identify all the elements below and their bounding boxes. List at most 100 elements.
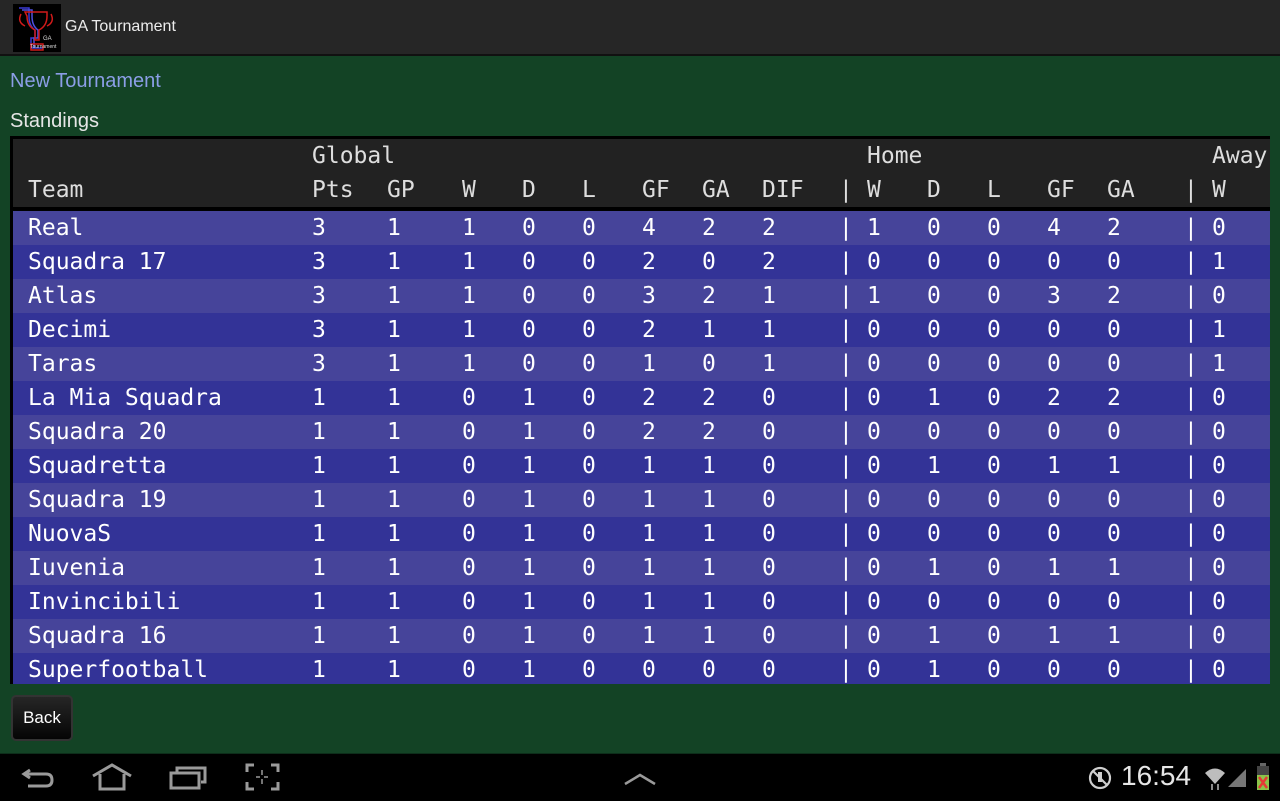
back-button[interactable]: Back [11, 695, 73, 741]
col-header-home-d[interactable]: D [927, 173, 941, 207]
col-separator: | [1184, 177, 1198, 203]
gp-cell: 1 [387, 487, 401, 513]
col-separator: | [839, 249, 853, 275]
home-d-cell: 0 [927, 589, 941, 615]
screenshot-icon[interactable] [244, 762, 284, 792]
home-nav-icon[interactable] [92, 762, 132, 792]
home-ga-cell: 2 [1107, 283, 1121, 309]
table-row[interactable]: La Mia Squadra 1 1 0 1 0 2 2 0 | 0 1 0 2 2 | 0 [13, 381, 1270, 415]
team-name: Taras [28, 351, 98, 377]
col-header-away-w[interactable]: W [1212, 173, 1226, 207]
home-l-cell: 0 [987, 385, 1001, 411]
col-separator: | [839, 623, 853, 649]
table-row[interactable]: Superfootball 1 1 0 1 0 0 0 0 | 0 1 0 0 0 | 0 [13, 653, 1270, 684]
gf-cell: 3 [642, 283, 656, 309]
recent-apps-icon[interactable] [168, 762, 208, 792]
col-header-ga[interactable]: GA [702, 173, 730, 207]
table-row[interactable]: Squadra 19 1 1 0 1 0 1 1 0 | 0 0 0 0 0 | 0 [13, 483, 1270, 517]
team-name: Squadretta [28, 453, 167, 479]
gp-cell: 1 [387, 419, 401, 445]
standings-label: Standings [10, 110, 99, 132]
gp-cell: 1 [387, 215, 401, 241]
home-gf-cell: 0 [1047, 657, 1061, 683]
table-row[interactable]: NuovaS 1 1 0 1 0 1 1 0 | 0 0 0 0 0 | 0 [13, 517, 1270, 551]
ga-cell: 2 [702, 215, 716, 241]
col-header-team[interactable]: Team [28, 173, 83, 207]
trophy-logo-icon: GA Tournament [13, 4, 61, 52]
table-row[interactable]: Real 3 1 1 0 0 4 2 2 | 1 0 0 4 2 | 0 [13, 211, 1270, 245]
dif-cell: 0 [762, 623, 776, 649]
home-w-cell: 1 [867, 215, 881, 241]
team-name: Squadra 19 [28, 487, 167, 513]
col-header-gf[interactable]: GF [642, 173, 670, 207]
col-header-home-ga[interactable]: GA [1107, 173, 1135, 207]
l-cell: 0 [582, 487, 596, 513]
col-header-home-l[interactable]: L [987, 173, 1001, 207]
gf-cell: 4 [642, 215, 656, 241]
team-name: Decimi [28, 317, 112, 343]
dif-cell: 0 [762, 555, 776, 581]
pts-cell: 3 [312, 249, 326, 275]
home-gf-cell: 0 [1047, 249, 1061, 275]
col-separator: | [1184, 317, 1198, 343]
table-row[interactable]: Squadretta 1 1 0 1 0 1 1 0 | 0 1 0 1 1 | 0 [13, 449, 1270, 483]
col-separator: | [1184, 657, 1198, 683]
table-row[interactable]: Invincibili 1 1 0 1 0 1 1 0 | 0 0 0 0 0 | 0 [13, 585, 1270, 619]
dif-cell: 0 [762, 453, 776, 479]
table-row[interactable]: Decimi 3 1 1 0 0 2 1 1 | 0 0 0 0 0 | 1 [13, 313, 1270, 347]
gf-cell: 1 [642, 521, 656, 547]
ga-cell: 1 [702, 589, 716, 615]
pts-cell: 3 [312, 283, 326, 309]
col-header-dif[interactable]: DIF [762, 173, 804, 207]
home-d-cell: 0 [927, 487, 941, 513]
col-header-pts[interactable]: Pts [312, 173, 354, 207]
col-header-w[interactable]: W [462, 173, 476, 207]
col-header-l[interactable]: L [582, 173, 596, 207]
team-name: Squadra 17 [28, 249, 167, 275]
table-row[interactable]: Taras 3 1 1 0 0 1 0 1 | 0 0 0 0 0 | 1 [13, 347, 1270, 381]
dif-cell: 1 [762, 351, 776, 377]
ga-cell: 2 [702, 283, 716, 309]
new-tournament-link[interactable]: New Tournament [10, 70, 161, 93]
home-w-cell: 0 [867, 453, 881, 479]
home-ga-cell: 0 [1107, 419, 1121, 445]
table-header: Global Home Away Team Pts GP W D L GF GA… [13, 139, 1270, 211]
ga-cell: 1 [702, 521, 716, 547]
ga-cell: 2 [702, 419, 716, 445]
home-d-cell: 1 [927, 623, 941, 649]
home-d-cell: 1 [927, 657, 941, 683]
home-gf-cell: 1 [1047, 623, 1061, 649]
group-header-away: Away [1212, 143, 1268, 169]
pts-cell: 3 [312, 351, 326, 377]
w-cell: 0 [462, 657, 476, 683]
pts-cell: 1 [312, 555, 326, 581]
table-row[interactable]: Atlas 3 1 1 0 0 3 2 1 | 1 0 0 3 2 | 0 [13, 279, 1270, 313]
dif-cell: 0 [762, 419, 776, 445]
col-header-gp[interactable]: GP [387, 173, 415, 207]
col-header-home-gf[interactable]: GF [1047, 173, 1075, 207]
d-cell: 0 [522, 249, 536, 275]
back-nav-icon[interactable] [20, 762, 60, 792]
home-w-cell: 0 [867, 317, 881, 343]
svg-text:Tournament: Tournament [30, 44, 57, 50]
home-w-cell: 0 [867, 555, 881, 581]
gf-cell: 1 [642, 589, 656, 615]
chevron-up-icon[interactable] [620, 762, 660, 792]
away-w-cell: 0 [1212, 487, 1226, 513]
col-separator: | [1184, 283, 1198, 309]
col-header-home-w[interactable]: W [867, 173, 881, 207]
standings-table[interactable]: Global Home Away Team Pts GP W D L GF GA… [10, 136, 1270, 684]
gp-cell: 1 [387, 521, 401, 547]
home-l-cell: 0 [987, 623, 1001, 649]
table-row[interactable]: Squadra 20 1 1 0 1 0 2 2 0 | 0 0 0 0 0 | 0 [13, 415, 1270, 449]
action-bar: GA Tournament GA Tournament [0, 0, 1280, 56]
col-header-d[interactable]: D [522, 173, 536, 207]
d-cell: 0 [522, 283, 536, 309]
table-row[interactable]: Squadra 16 1 1 0 1 0 1 1 0 | 0 1 0 1 1 | 0 [13, 619, 1270, 653]
table-row[interactable]: Squadra 17 3 1 1 0 0 2 0 2 | 0 0 0 0 0 | 1 [13, 245, 1270, 279]
w-cell: 0 [462, 419, 476, 445]
signal-icon [1228, 767, 1248, 791]
home-l-cell: 0 [987, 657, 1001, 683]
col-separator: | [839, 657, 853, 683]
table-row[interactable]: Iuvenia 1 1 0 1 0 1 1 0 | 0 1 0 1 1 | 0 [13, 551, 1270, 585]
